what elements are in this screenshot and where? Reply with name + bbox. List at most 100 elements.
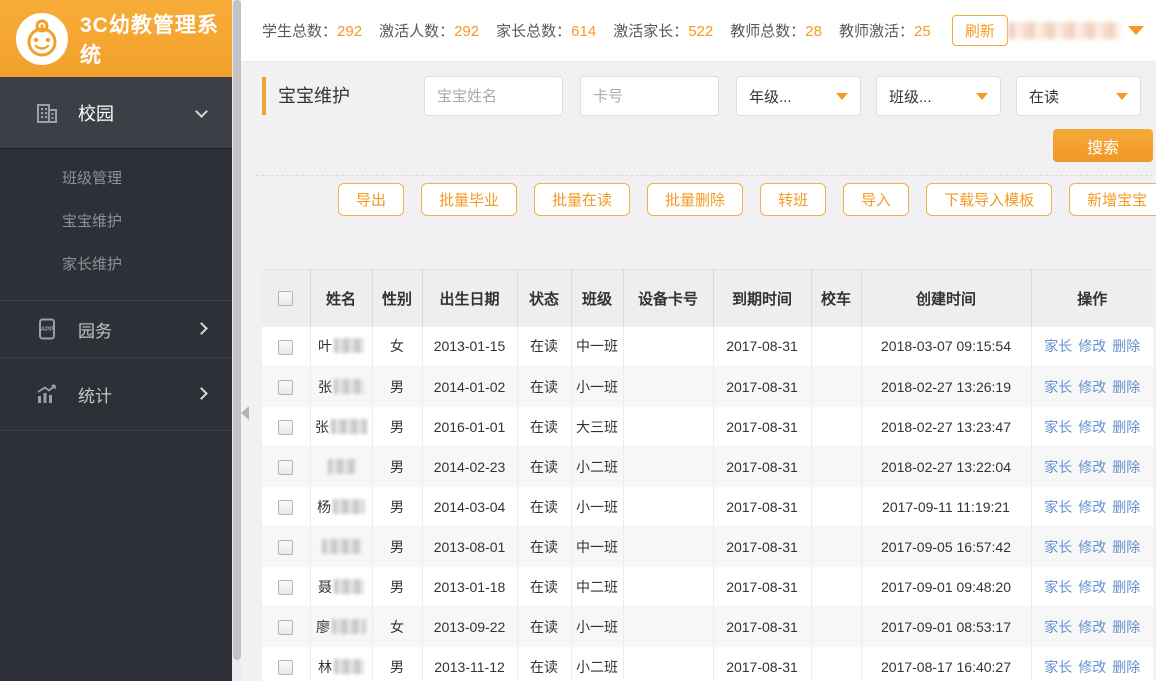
edit-link[interactable]: 修改 — [1078, 379, 1106, 395]
col-created: 创建时间 — [861, 269, 1032, 327]
delete-link[interactable]: 删除 — [1112, 379, 1140, 395]
row-checkbox[interactable] — [278, 379, 294, 395]
edit-link[interactable]: 修改 — [1078, 338, 1106, 354]
baby-name-input[interactable] — [424, 76, 563, 116]
svg-text:APP: APP — [41, 326, 54, 333]
batch-delete-button[interactable]: 批量删除 — [647, 183, 744, 216]
scrollbar-thumb[interactable] — [232, 0, 241, 660]
sidebar: 3C幼教管理系统 校园 班级管理 宝宝维护 家长维护 APP 园务 统计 — [0, 0, 232, 681]
parent-link[interactable]: 家长 — [1044, 459, 1072, 475]
transfer-class-button[interactable]: 转班 — [760, 183, 827, 216]
card-number-input[interactable] — [580, 76, 719, 116]
stat-activated-students: 激活人数：292 — [379, 23, 480, 40]
download-template-button[interactable]: 下载导入模板 — [926, 183, 1053, 216]
edit-link[interactable]: 修改 — [1078, 619, 1106, 635]
row-checkbox[interactable] — [278, 459, 294, 475]
sidebar-item-baby-maintenance[interactable]: 宝宝维护 — [0, 200, 232, 243]
sidebar-item-parent-maintenance[interactable]: 家长维护 — [0, 243, 232, 286]
refresh-button[interactable]: 刷新 — [951, 15, 1008, 46]
redacted-name — [334, 658, 364, 674]
row-checkbox[interactable] — [278, 539, 294, 555]
row-checkbox[interactable] — [278, 619, 294, 635]
table-row: 张 男 2014-01-02 在读 小一班 2017-08-31 2018-02… — [262, 366, 1153, 407]
export-button[interactable]: 导出 — [338, 183, 405, 216]
parent-link[interactable]: 家长 — [1044, 499, 1072, 515]
app-window: 3C幼教管理系统 校园 班级管理 宝宝维护 家长维护 APP 园务 统计 学生总… — [0, 0, 1156, 681]
edit-link[interactable]: 修改 — [1078, 579, 1106, 595]
name-cell: 廖 — [310, 606, 373, 647]
topbar: 学生总数：292 激活人数：292 家长总数：614 激活家长：522 教师总数… — [241, 0, 1156, 62]
building-icon — [34, 101, 60, 125]
redacted-name — [333, 498, 365, 514]
edit-link[interactable]: 修改 — [1078, 419, 1106, 435]
delete-link[interactable]: 删除 — [1112, 659, 1140, 675]
redacted-name — [322, 538, 362, 554]
batch-enrolled-button[interactable]: 批量在读 — [534, 183, 631, 216]
filter-row: 宝宝维护 年级... 班级... 在读 — [262, 76, 1153, 116]
sidebar-item-class-management[interactable]: 班级管理 — [0, 157, 232, 200]
batch-graduate-button[interactable]: 批量毕业 — [421, 183, 518, 216]
delete-link[interactable]: 删除 — [1112, 338, 1140, 354]
edit-link[interactable]: 修改 — [1078, 499, 1106, 515]
select-all-header — [262, 269, 311, 327]
stat-parents-total: 家长总数：614 — [496, 23, 597, 40]
actions-row: 导出 批量毕业 批量在读 批量删除 转班 导入 下载导入模板 新增宝宝 — [338, 183, 1156, 216]
sidebar-item-garden-affairs[interactable]: APP 园务 — [0, 301, 232, 358]
caret-down-icon — [976, 92, 988, 100]
robot-logo-icon — [16, 12, 68, 65]
table-row: 杨 男 2014-03-04 在读 小一班 2017-08-31 2017-09… — [262, 486, 1153, 527]
select-all-checkbox[interactable] — [278, 291, 294, 307]
table-row: 聂 男 2013-01-18 在读 中二班 2017-08-31 2017-09… — [262, 566, 1153, 607]
parent-link[interactable]: 家长 — [1044, 338, 1072, 354]
class-select[interactable]: 班级... — [876, 76, 1001, 116]
row-checkbox[interactable] — [278, 659, 294, 675]
delete-link[interactable]: 删除 — [1112, 459, 1140, 475]
parent-link[interactable]: 家长 — [1044, 659, 1072, 675]
caret-down-icon — [1128, 26, 1144, 35]
col-name: 姓名 — [310, 269, 373, 327]
sidebar-item-statistics[interactable]: 统计 — [0, 358, 232, 431]
add-baby-button[interactable]: 新增宝宝 — [1069, 183, 1156, 216]
table-row: 叶 女 2013-01-15 在读 中一班 2017-08-31 2018-03… — [262, 326, 1153, 367]
page-content: 宝宝维护 年级... 班级... 在读 搜索 — [241, 62, 1156, 681]
row-checkbox[interactable] — [278, 499, 294, 515]
delete-link[interactable]: 删除 — [1112, 419, 1140, 435]
edit-link[interactable]: 修改 — [1078, 539, 1106, 555]
search-row: 搜索 — [262, 129, 1153, 162]
page-title: 宝宝维护 — [262, 77, 424, 115]
row-checkbox[interactable] — [278, 579, 294, 595]
parent-link[interactable]: 家长 — [1044, 379, 1072, 395]
grade-select[interactable]: 年级... — [736, 76, 861, 116]
parent-link[interactable]: 家长 — [1044, 619, 1072, 635]
name-cell: 张 — [310, 406, 373, 447]
vertical-scrollbar[interactable] — [232, 0, 241, 681]
edit-link[interactable]: 修改 — [1078, 459, 1106, 475]
row-checkbox[interactable] — [278, 339, 294, 355]
name-cell: 张 — [310, 366, 373, 407]
user-menu[interactable] — [1008, 22, 1144, 39]
delete-link[interactable]: 删除 — [1112, 499, 1140, 515]
import-button[interactable]: 导入 — [843, 183, 910, 216]
caret-down-icon — [836, 92, 848, 100]
sidebar-item-campus[interactable]: 校园 — [0, 77, 232, 149]
table-row: 男 2013-08-01 在读 中一班 2017-08-31 2017-09-0… — [262, 526, 1153, 567]
name-cell: 叶 — [310, 326, 373, 367]
parent-link[interactable]: 家长 — [1044, 539, 1072, 555]
edit-link[interactable]: 修改 — [1078, 659, 1106, 675]
status-select[interactable]: 在读 — [1016, 76, 1141, 116]
delete-link[interactable]: 删除 — [1112, 619, 1140, 635]
delete-link[interactable]: 删除 — [1112, 539, 1140, 555]
parent-link[interactable]: 家长 — [1044, 419, 1072, 435]
search-button[interactable]: 搜索 — [1053, 129, 1153, 162]
name-cell — [310, 526, 373, 567]
campus-submenu: 班级管理 宝宝维护 家长维护 — [0, 149, 232, 301]
delete-link[interactable]: 删除 — [1112, 579, 1140, 595]
parent-link[interactable]: 家长 — [1044, 579, 1072, 595]
chevron-right-icon — [195, 387, 208, 400]
row-checkbox[interactable] — [278, 419, 294, 435]
table-row: 林 男 2013-11-12 在读 小二班 2017-08-31 2017-08… — [262, 646, 1153, 681]
name-cell — [310, 446, 373, 487]
stat-teachers-total: 教师总数：28 — [730, 23, 822, 40]
name-cell: 聂 — [310, 566, 373, 607]
app-title: 3C幼教管理系统 — [80, 13, 219, 67]
